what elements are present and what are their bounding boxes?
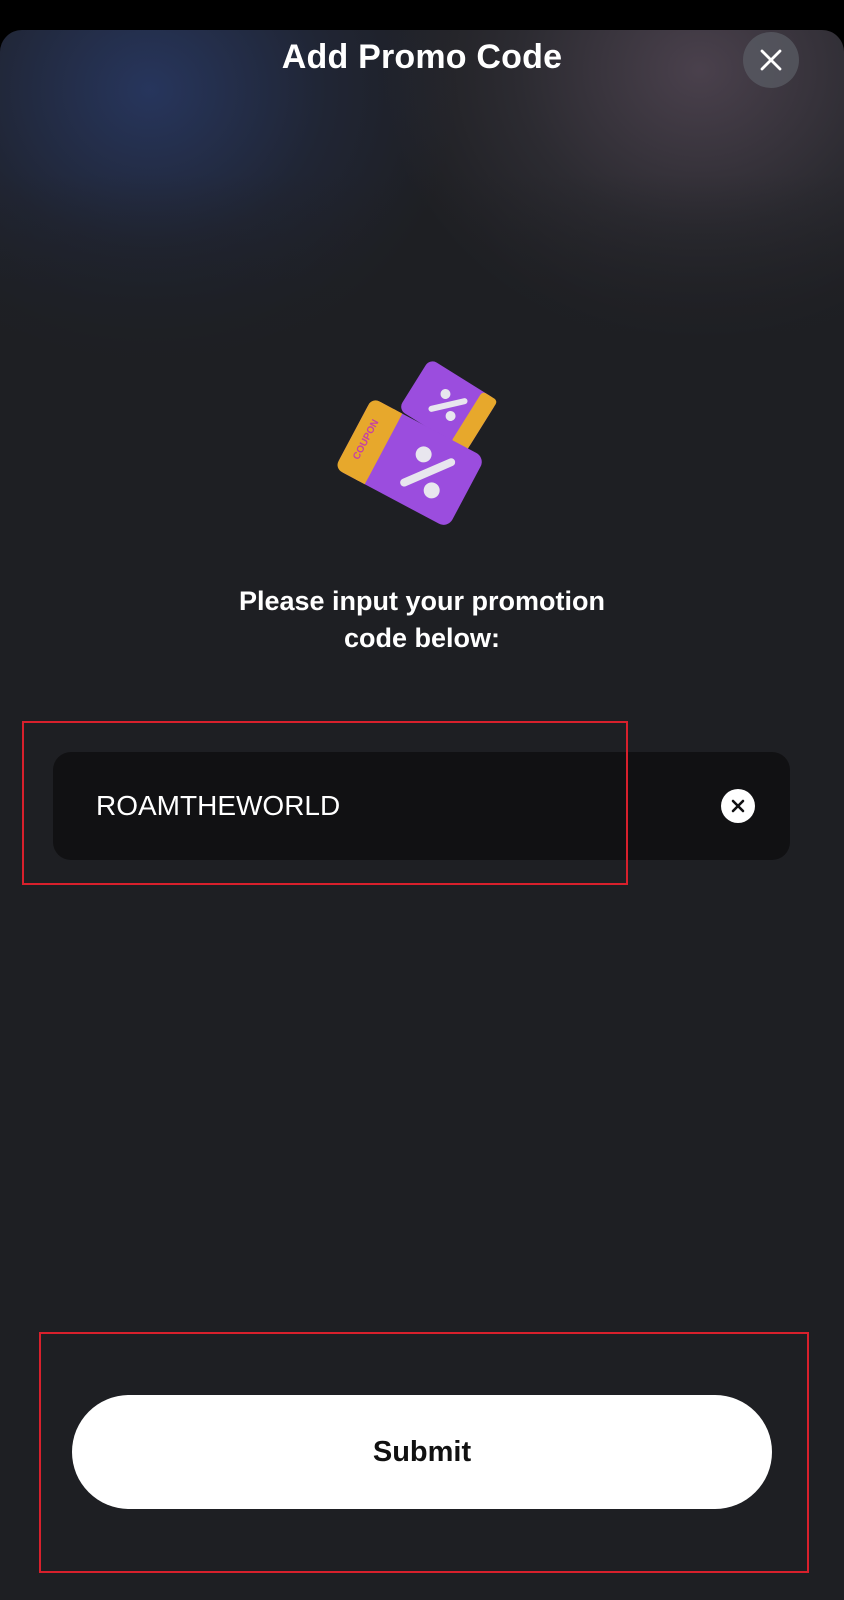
instruction-text: Please input your promotion code below: xyxy=(172,583,672,657)
close-button[interactable] xyxy=(743,32,799,88)
close-icon xyxy=(760,49,782,71)
input-highlight-outline xyxy=(22,721,628,885)
clear-icon xyxy=(731,799,745,813)
instruction-line-1: Please input your promotion xyxy=(238,586,606,616)
clear-input-button[interactable] xyxy=(721,789,755,823)
page-title: Add Promo Code xyxy=(281,38,563,76)
instruction-line-2: code below: xyxy=(343,623,500,653)
submit-highlight-outline xyxy=(39,1332,809,1573)
background-fade xyxy=(0,30,844,390)
coupon-icon: COUPON xyxy=(337,361,497,525)
